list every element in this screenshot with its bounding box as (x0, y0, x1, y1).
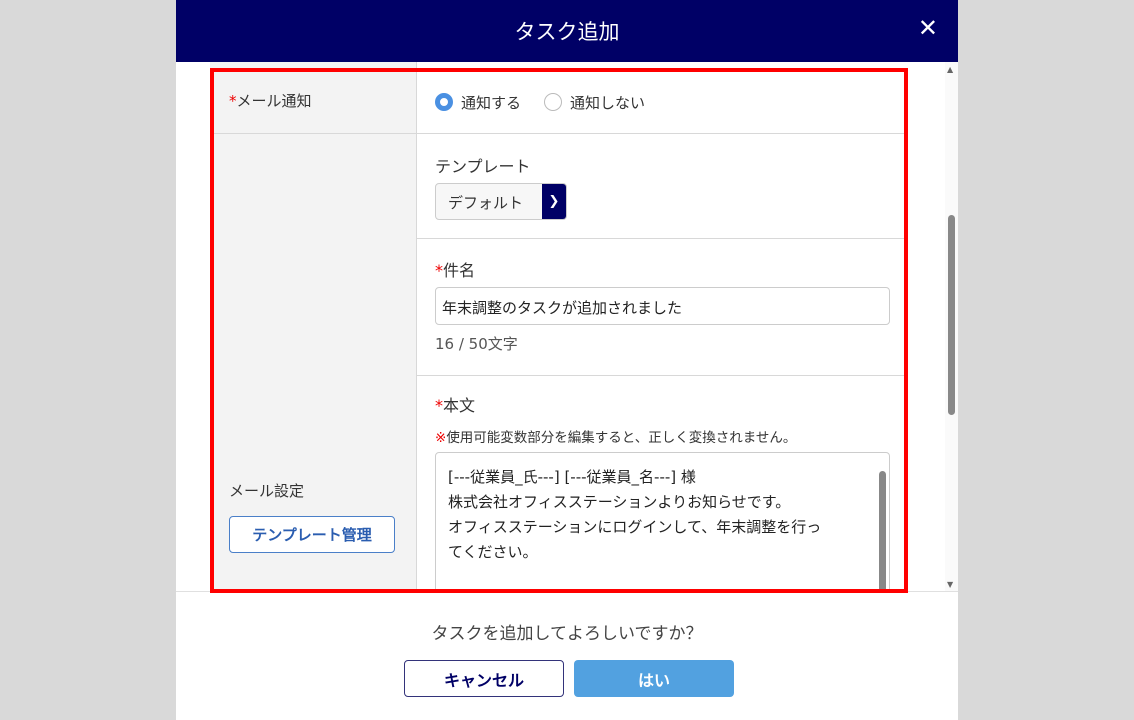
divider (417, 238, 905, 239)
mail-settings-label: メール設定 (229, 482, 305, 500)
task-add-dialog: タスク追加 ✕ *メール通知 通知する 通知しない テンプレート デフォルト ❯… (176, 0, 958, 720)
close-icon[interactable]: ✕ (918, 14, 938, 42)
mail-notify-label: *メール通知 (229, 92, 312, 110)
scrollbar-thumb[interactable] (948, 215, 955, 415)
subject-input[interactable]: 年末調整のタスクが追加されました (435, 287, 890, 325)
cancel-button[interactable]: キャンセル (404, 660, 564, 697)
subject-char-counter: 16 / 50文字 (435, 335, 518, 353)
template-label: テンプレート (435, 157, 531, 176)
label-column (210, 62, 417, 591)
chevron-down-icon: ❯ (542, 184, 566, 219)
confirm-message: タスクを追加してよろしいですか？ (431, 624, 703, 644)
body-label: *本文 (435, 396, 476, 415)
dialog-header: タスク追加 ✕ (176, 0, 958, 62)
template-manage-button[interactable]: テンプレート管理 (229, 516, 395, 553)
divider (417, 375, 905, 376)
textarea-scrollbar[interactable] (879, 471, 886, 591)
template-select[interactable]: デフォルト ❯ (435, 183, 567, 220)
dialog-body: *メール通知 通知する 通知しない テンプレート デフォルト ❯ *件名 年末調… (176, 62, 958, 592)
scrollbar[interactable]: ▲ ▼ (945, 62, 958, 591)
scroll-down-icon[interactable]: ▼ (947, 580, 953, 589)
yes-button[interactable]: はい (574, 660, 734, 697)
radio-notify-label[interactable]: 通知する (461, 92, 521, 113)
body-warning: ※使用可能変数部分を編集すると、正しく変換されません。 (435, 430, 797, 446)
subject-label: *件名 (435, 261, 476, 280)
radio-no-notify[interactable] (544, 93, 562, 111)
body-textarea[interactable]: [---従業員_氏---] [---従業員_名---] 様 株式会社オフィスステ… (435, 452, 890, 591)
dialog-title: タスク追加 (514, 20, 620, 44)
radio-notify[interactable] (435, 93, 453, 111)
body-text: [---従業員_氏---] [---従業員_名---] 様 株式会社オフィスステ… (448, 468, 822, 561)
divider (210, 133, 905, 134)
template-select-value: デフォルト (448, 194, 524, 212)
scroll-up-icon[interactable]: ▲ (947, 65, 953, 74)
radio-no-notify-label[interactable]: 通知しない (570, 92, 645, 113)
